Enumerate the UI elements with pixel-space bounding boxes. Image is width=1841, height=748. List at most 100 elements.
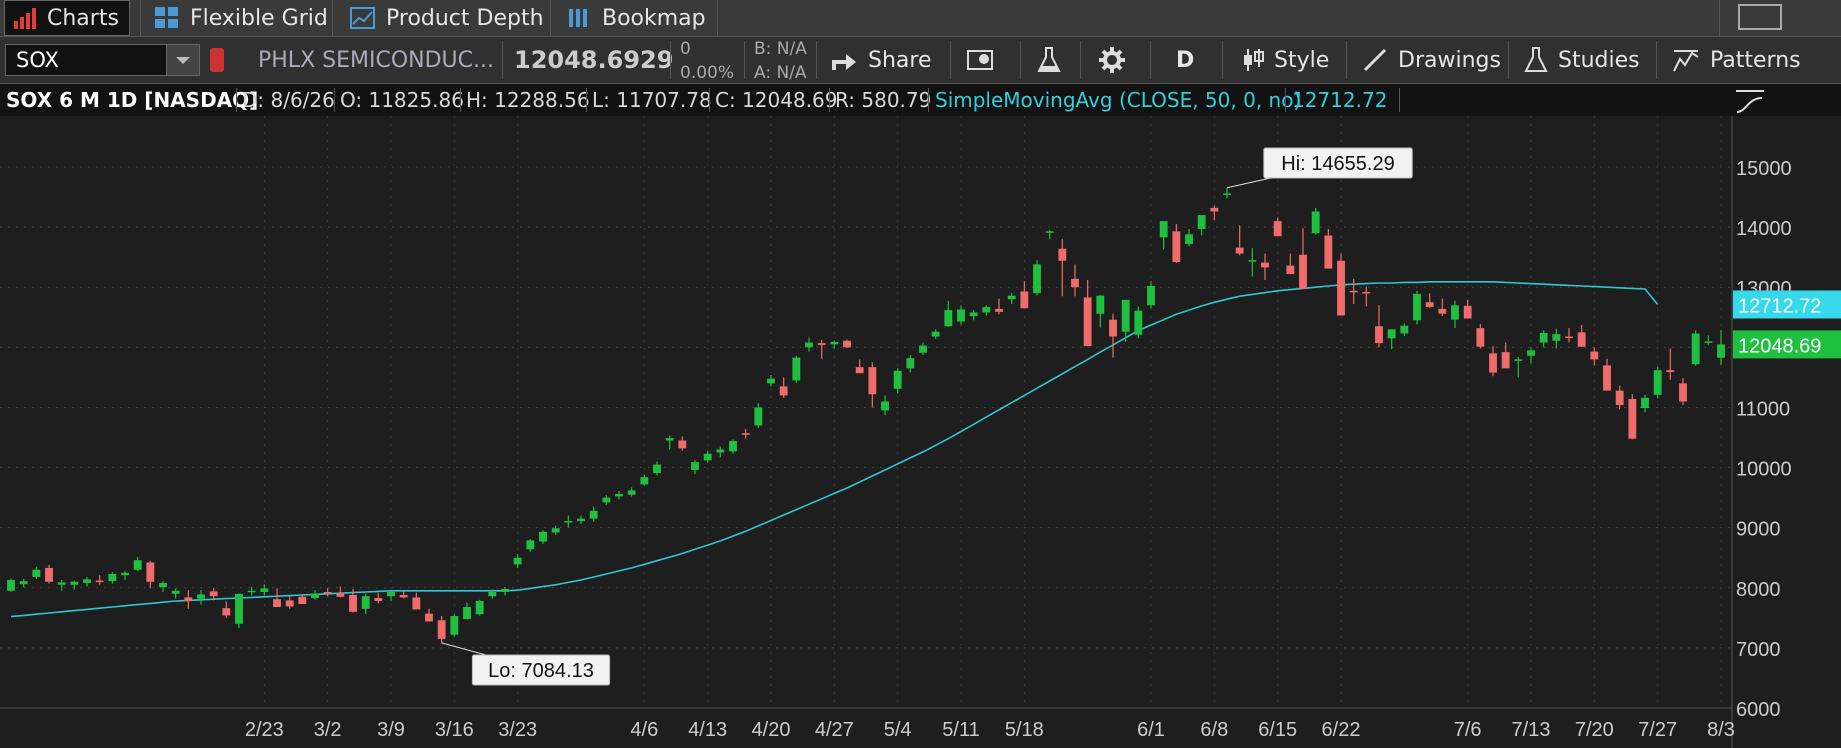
candle-body [83, 579, 91, 583]
tab-label: Bookmap [602, 5, 706, 31]
candle-body [615, 494, 623, 497]
style-button[interactable]: Style [1242, 37, 1329, 83]
candle-body [209, 591, 218, 597]
chart-title: SOX 6 M 1D [NASDAQ] [6, 88, 259, 112]
studies-button[interactable]: Studies [1524, 37, 1640, 83]
y-tick-label: 9000 [1736, 519, 1781, 541]
candle [1134, 306, 1143, 339]
candle-body [475, 601, 484, 615]
lab-button[interactable] [1036, 37, 1062, 83]
tab-bar: Charts Flexible Grid Product Depth Bookm… [0, 0, 1841, 37]
candle [1628, 394, 1637, 440]
flask-icon [1036, 46, 1062, 74]
alert-flag-icon[interactable] [210, 48, 224, 72]
tab-label: Flexible Grid [190, 5, 328, 31]
candle-body [1679, 383, 1687, 402]
candle-body [564, 521, 573, 523]
candle-body [222, 608, 231, 616]
sma-price-tag-text: 12712.72 [1738, 295, 1821, 317]
candle-body [19, 581, 28, 585]
candle-body [32, 569, 41, 577]
candle-body [1045, 231, 1054, 233]
tab-flexible-grid[interactable]: Flexible Grid [154, 0, 328, 36]
bar-open: O: 11825.86 [340, 88, 464, 112]
candle-body [45, 567, 53, 582]
style-label: Style [1274, 47, 1330, 73]
share-button[interactable]: Share [830, 37, 932, 83]
x-tick-label: 3/23 [498, 719, 537, 741]
tab-product-depth[interactable]: Product Depth [350, 0, 544, 36]
grid-icon [154, 6, 180, 30]
candle-body [1641, 397, 1649, 409]
study-value: 12712.72 [1292, 88, 1388, 112]
candle-body [919, 345, 927, 353]
price-chart[interactable]: 2/23 3/2 3/9 3/16 3/23 4/6 4/13 4/20 4/27 5/4 5/11… [0, 116, 1841, 748]
candle-body [336, 593, 345, 597]
candle-body [197, 594, 205, 599]
candle-body [526, 540, 535, 550]
share-label: Share [868, 47, 932, 73]
high-annotation-text: Hi: 14655.29 [1281, 153, 1394, 175]
candle-body [1134, 310, 1143, 335]
chart-toolbar: SOX PHLX SEMICONDUC... 12048.6929 0 0.00… [0, 37, 1841, 84]
settings-button[interactable] [1098, 37, 1126, 83]
candle [450, 614, 459, 637]
candle-body [1615, 390, 1624, 406]
last-price-tag-text: 12048.69 [1738, 335, 1821, 357]
x-tick-label: 4/6 [630, 719, 658, 741]
candle-body [640, 477, 649, 485]
candle-body [539, 531, 547, 542]
candle-body [678, 440, 687, 449]
candle-body [311, 593, 319, 598]
x-tick-label: 6/22 [1322, 719, 1361, 741]
window-button[interactable] [1738, 4, 1782, 30]
candle-body [57, 582, 66, 585]
candle-body [982, 307, 991, 313]
drawings-button[interactable]: Drawings [1362, 37, 1501, 83]
candle-body [1653, 370, 1662, 395]
x-tick-label: 7/20 [1575, 719, 1614, 741]
candle-body [437, 620, 446, 639]
candle-body [969, 312, 978, 317]
candle-body [1337, 260, 1345, 316]
x-tick-label: 4/27 [815, 719, 854, 741]
candle-body [868, 367, 877, 395]
candle-body [830, 341, 839, 345]
candle-body [108, 573, 117, 582]
candle [475, 599, 484, 616]
x-tick-label: 7/27 [1638, 719, 1677, 741]
candle-body [1577, 332, 1586, 347]
candle-body [412, 597, 421, 610]
candle-body [1451, 305, 1459, 320]
candle-body [1172, 231, 1181, 262]
x-tick-label: 3/9 [377, 719, 405, 741]
candle-body [273, 599, 281, 608]
last-price: 12048.6929 [514, 46, 674, 74]
candle-body [1311, 211, 1320, 234]
tab-charts[interactable]: Charts [4, 0, 130, 36]
candle-body [957, 309, 965, 322]
aggregation-button[interactable]: D [1176, 37, 1194, 83]
collapse-panel-icon[interactable] [1734, 86, 1766, 116]
candle-body [1109, 319, 1117, 337]
symbol-dropdown-button[interactable] [166, 45, 199, 75]
x-tick-label: 7/13 [1512, 719, 1551, 741]
candle-body [501, 588, 509, 592]
candle [235, 593, 243, 629]
candle-body [1096, 295, 1105, 314]
candle-body [1299, 254, 1307, 290]
candle-body [399, 594, 408, 598]
bar-date: D: 8/6/26 [242, 88, 335, 112]
study-name[interactable]: SimpleMovingAvg (CLOSE, 50, 0, no) [935, 84, 1301, 116]
patterns-button[interactable]: Patterns [1672, 37, 1801, 83]
candle-body [691, 462, 699, 470]
patterns-label: Patterns [1710, 47, 1801, 73]
tab-bookmap[interactable]: Bookmap [568, 0, 706, 36]
chart-settings-button[interactable] [966, 37, 996, 83]
candle-body [235, 593, 243, 624]
candle [1413, 290, 1421, 325]
candle-body [1324, 235, 1333, 269]
candle-body [1083, 297, 1092, 347]
candle-body [121, 572, 129, 576]
candle-body [551, 528, 560, 533]
